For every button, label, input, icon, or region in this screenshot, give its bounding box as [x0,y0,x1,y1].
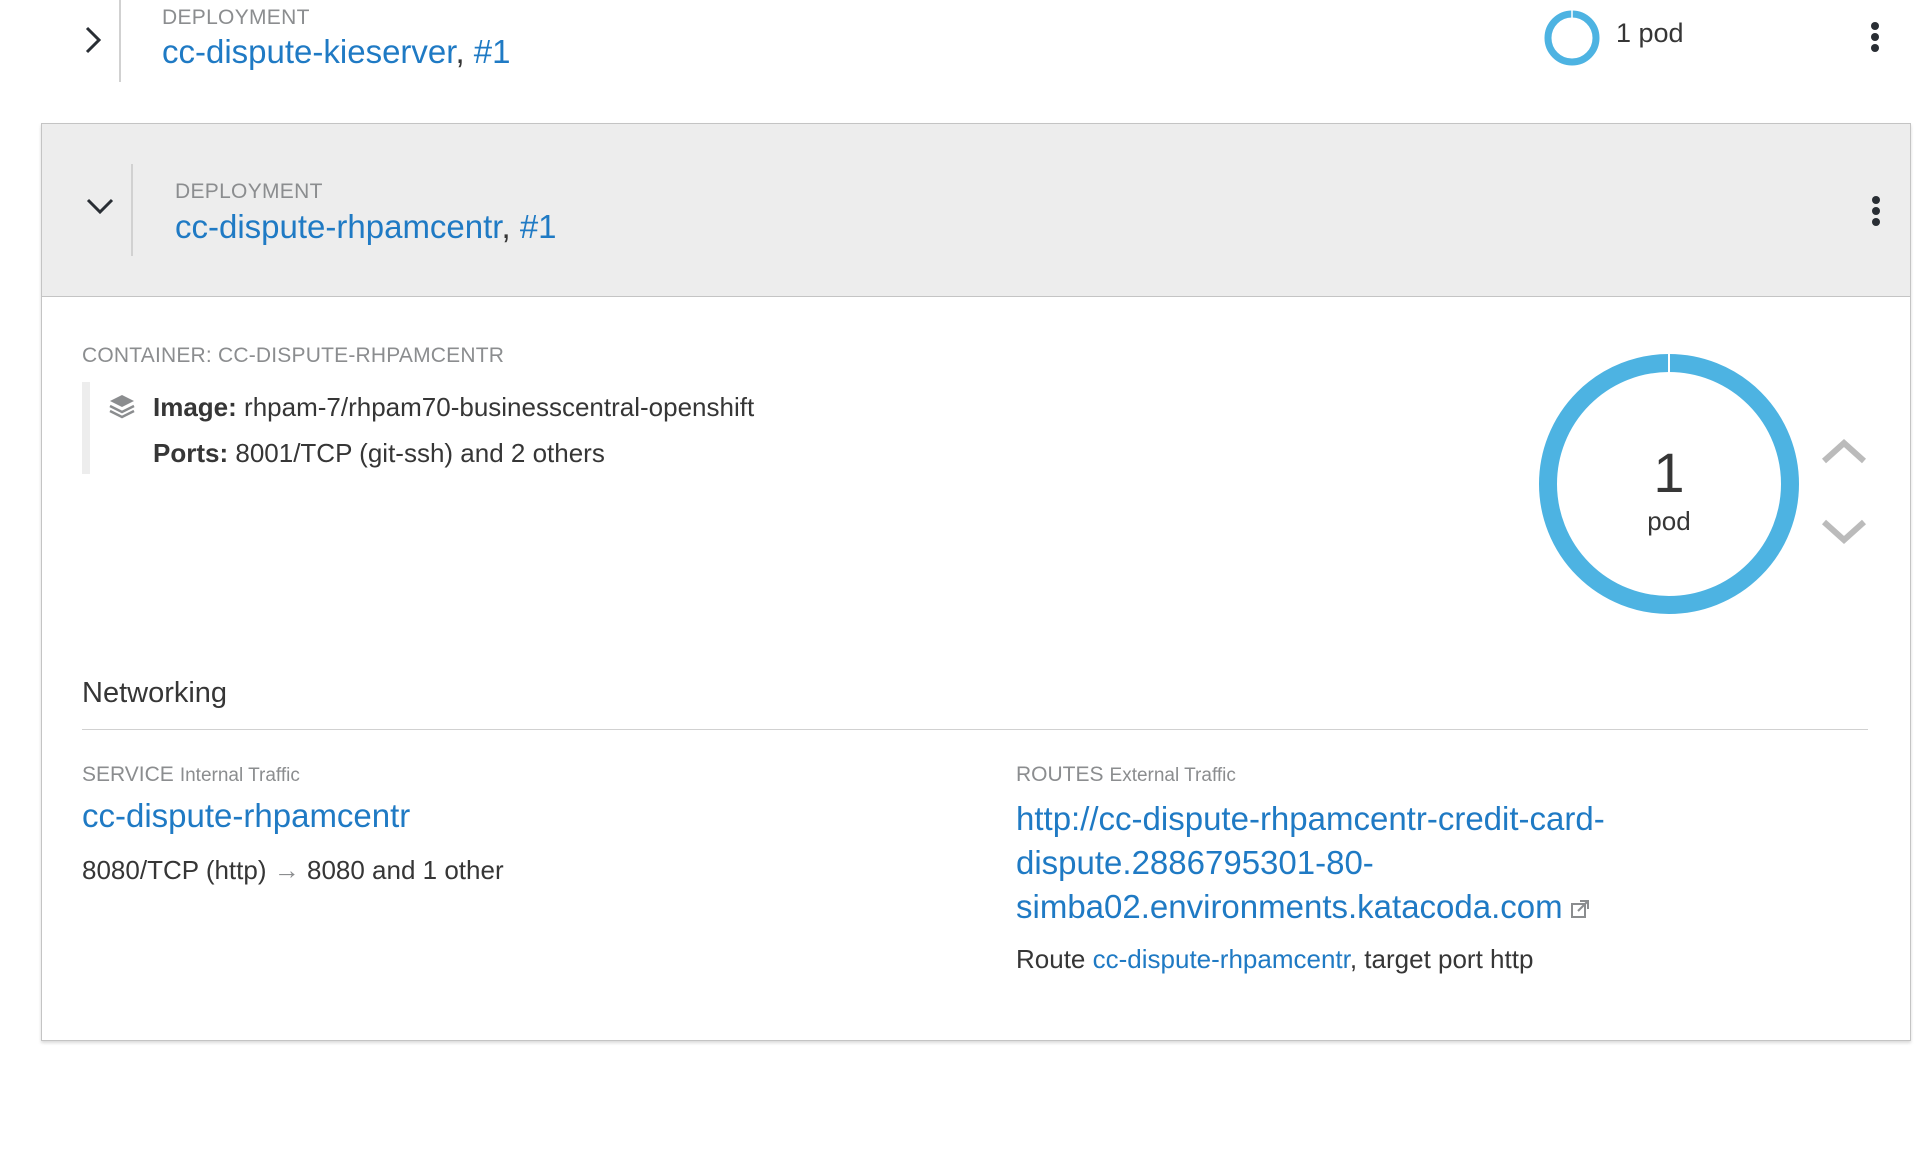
deployment-name-link[interactable]: cc-dispute-kieserver [162,33,455,70]
divider [82,729,1868,730]
arrow-right-icon: → [273,855,300,885]
layers-icon [109,395,135,419]
deployment-title: cc-dispute-rhpamcentr, #1 [175,208,557,245]
image-row: Image: rhpam-7/rhpam70-businesscentral-o… [153,392,755,422]
pod-unit: pod [1647,506,1691,536]
container-label: CONTAINER: CC-DISPUTE-RHPAMCENTR [82,344,505,367]
routes-header: ROUTES External Traffic [1016,763,1236,786]
chevron-down-icon[interactable] [1820,516,1868,548]
service-header: SERVICE Internal Traffic [82,763,300,786]
divider [131,164,133,256]
deployment-label: DEPLOYMENT [175,180,323,203]
service-link[interactable]: cc-dispute-rhpamcentr [82,797,410,835]
ports-value: 8001/TCP (git-ssh) and 2 others [235,438,605,468]
image-value: rhpam-7/rhpam70-businesscentral-openshif… [244,392,755,422]
ports-row: Ports: 8001/TCP (git-ssh) and 2 others [153,438,605,468]
container-accent-bar [82,382,90,474]
kebab-icon[interactable] [1871,196,1881,229]
deployment-revision-link[interactable]: #1 [520,208,557,245]
service-ports: 8080/TCP (http) → 8080 and 1 other [82,855,504,885]
deployment-title: cc-dispute-kieserver, #1 [162,33,511,70]
divider [119,0,121,82]
route-detail: Route cc-dispute-rhpamcentr, target port… [1016,944,1534,974]
route-url-link[interactable]: http://cc-dispute-rhpamcentr-credit-card… [1016,800,1605,925]
panel-header[interactable]: DEPLOYMENT cc-dispute-rhpamcentr, #1 [42,124,1910,297]
chevron-down-icon[interactable] [80,186,120,226]
pod-donut[interactable] [1542,8,1602,68]
deployment-name-link[interactable]: cc-dispute-rhpamcentr [175,208,501,245]
chevron-right-icon[interactable] [74,20,114,60]
route-url: http://cc-dispute-rhpamcentr-credit-card… [1016,797,1676,929]
external-link-icon[interactable] [1569,898,1591,920]
route-name-link[interactable]: cc-dispute-rhpamcentr [1093,944,1350,974]
pod-count: 1 [1653,441,1685,504]
chevron-up-icon[interactable] [1820,435,1868,467]
deployment-revision-link[interactable]: #1 [474,33,511,70]
kebab-icon[interactable] [1870,22,1880,55]
networking-title: Networking [82,677,228,709]
deployment-label: DEPLOYMENT [162,6,310,29]
pod-count-text: 1 pod [1616,18,1684,48]
